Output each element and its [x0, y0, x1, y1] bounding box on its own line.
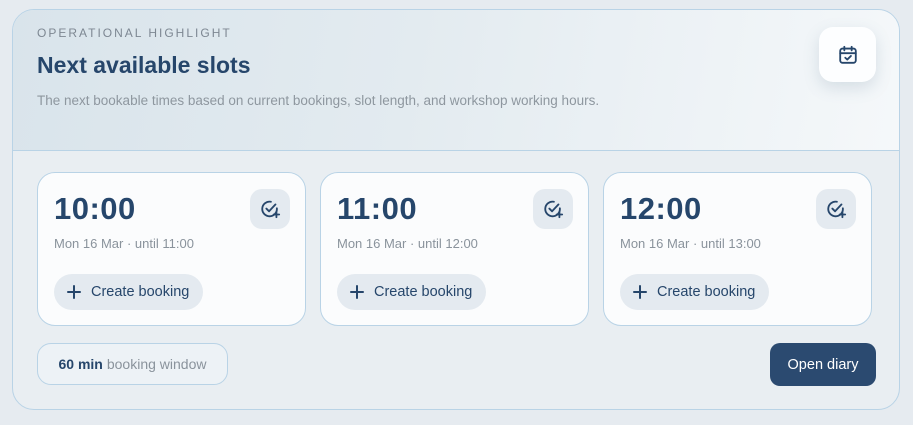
- slot-card: 11:00 Mon 16 Mar · until 12:00 Create bo…: [320, 172, 589, 326]
- open-diary-button[interactable]: Open diary: [770, 343, 876, 386]
- slot-card: 12:00 Mon 16 Mar · until 13:00 Create bo…: [603, 172, 872, 326]
- booking-window-value: 60 min: [58, 356, 103, 372]
- plus-icon: [633, 285, 647, 299]
- plus-icon: [67, 285, 81, 299]
- plus-icon: [350, 285, 364, 299]
- calendar-button[interactable]: [819, 27, 876, 82]
- card-header: OPERATIONAL HIGHLIGHT Next available slo…: [13, 10, 899, 151]
- card-description: The next bookable times based on current…: [37, 93, 600, 108]
- calendar-check-icon: [838, 45, 857, 64]
- check-circle-plus-icon: [544, 200, 564, 219]
- slot-add-button[interactable]: [816, 189, 856, 229]
- create-booking-button[interactable]: Create booking: [620, 274, 770, 310]
- eyebrow-label: OPERATIONAL HIGHLIGHT: [37, 26, 232, 40]
- create-booking-label: Create booking: [657, 284, 756, 300]
- create-booking-label: Create booking: [91, 284, 190, 300]
- slot-card: 10:00 Mon 16 Mar · until 11:00 Create bo…: [37, 172, 306, 326]
- create-booking-button[interactable]: Create booking: [337, 274, 487, 310]
- next-slots-card: OPERATIONAL HIGHLIGHT Next available slo…: [12, 9, 900, 410]
- slot-time: 10:00: [54, 191, 136, 226]
- create-booking-button[interactable]: Create booking: [54, 274, 204, 310]
- check-circle-plus-icon: [827, 200, 847, 219]
- slot-add-button[interactable]: [533, 189, 573, 229]
- booking-window-label: booking window: [106, 356, 207, 372]
- slot-time: 12:00: [620, 191, 702, 226]
- check-circle-plus-icon: [261, 200, 281, 219]
- slot-time: 11:00: [337, 191, 418, 226]
- booking-window-badge: 60 min booking window: [37, 343, 228, 385]
- card-title: Next available slots: [37, 52, 251, 78]
- slot-subtitle: Mon 16 Mar · until 12:00: [337, 236, 478, 251]
- slot-subtitle: Mon 16 Mar · until 13:00: [620, 236, 761, 251]
- create-booking-label: Create booking: [374, 284, 473, 300]
- slot-add-button[interactable]: [250, 189, 290, 229]
- slot-subtitle: Mon 16 Mar · until 11:00: [54, 236, 194, 251]
